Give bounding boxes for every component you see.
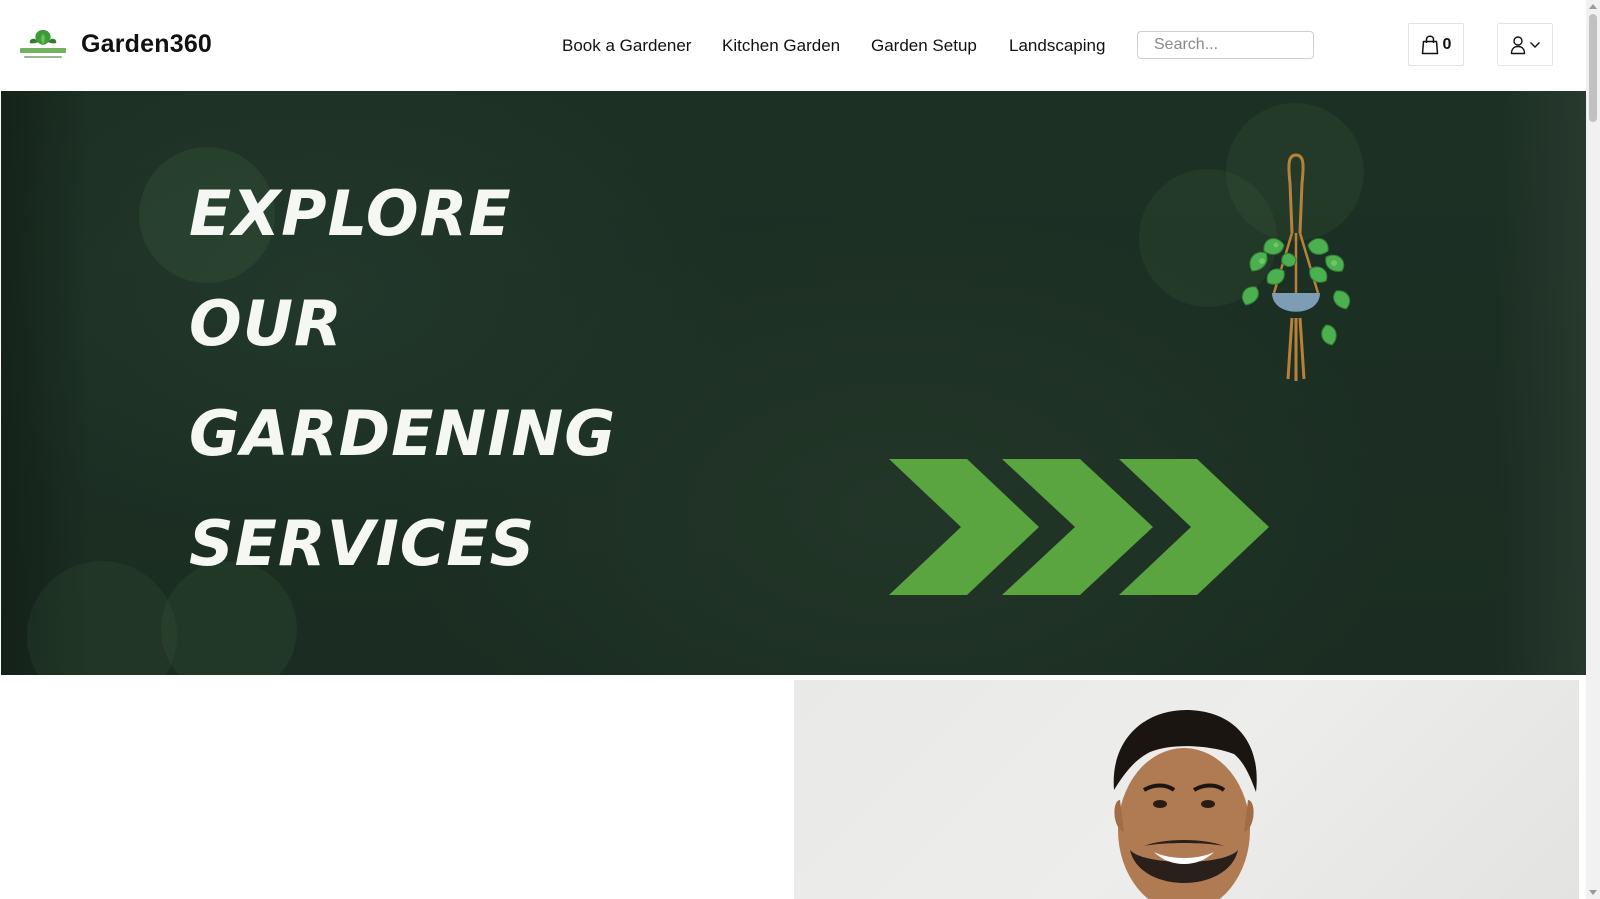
gardener-portrait <box>1113 710 1257 899</box>
nav-garden-setup[interactable]: Garden Setup <box>871 36 977 56</box>
nav-landscaping[interactable]: Landscaping <box>1009 36 1105 56</box>
shopping-bag-icon <box>1421 34 1438 54</box>
search-input[interactable] <box>1137 31 1314 59</box>
user-icon <box>1510 35 1525 54</box>
hero-heading-line: EXPLORE <box>189 177 512 250</box>
hero-shade <box>1496 91 1586 675</box>
chevron-arrows-graphic <box>889 459 1269 595</box>
hero-heading-line: SERVICES <box>189 507 536 580</box>
nav-kitchen-garden[interactable]: Kitchen Garden <box>722 36 840 56</box>
hanging-plant-illustration <box>1241 153 1351 381</box>
scroll-thumb[interactable] <box>1589 14 1597 122</box>
page-scrollbar[interactable] <box>1586 0 1600 899</box>
garden360-logo[interactable] <box>16 26 70 62</box>
cart-count: 0 <box>1442 35 1452 53</box>
site-header: Garden360 Book a Gardener Kitchen Garden… <box>0 0 1586 90</box>
cart-button[interactable]: 0 <box>1408 23 1464 66</box>
nav-book-a-gardener[interactable]: Book a Gardener <box>562 36 691 56</box>
scroll-down-arrow[interactable] <box>1589 890 1597 895</box>
chevron-down-icon <box>1529 41 1540 48</box>
scroll-up-arrow[interactable] <box>1589 4 1597 9</box>
hero-heading-line: GARDENING <box>189 397 617 470</box>
brand-name[interactable]: Garden360 <box>81 30 212 59</box>
account-menu-button[interactable] <box>1497 23 1553 66</box>
gardener-photo <box>794 680 1579 899</box>
hero-banner[interactable]: EXPLORE OUR GARDENING SERVICES <box>1 91 1586 675</box>
hero-heading-line: OUR <box>189 287 343 360</box>
